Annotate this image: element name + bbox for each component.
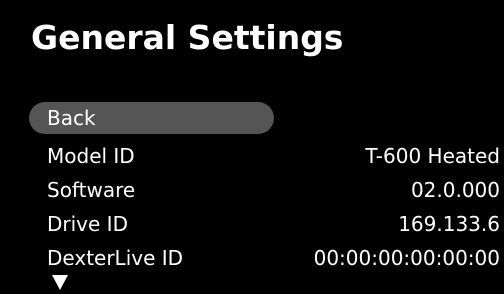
info-row-value: 02.0.000	[410, 178, 500, 202]
settings-screen: General Settings Back Model ID T-600 Hea…	[0, 0, 504, 294]
info-row-value: T-600 Heated	[365, 144, 500, 168]
info-row-model-id: Model ID T-600 Heated	[0, 139, 504, 173]
page-title: General Settings	[31, 18, 344, 57]
down-triangle-icon[interactable]	[52, 275, 68, 290]
info-row-value: 169.133.6	[398, 212, 500, 236]
back-button-label: Back	[47, 106, 96, 130]
info-row-dexterlive-id: DexterLive ID 00:00:00:00:00:00	[0, 241, 504, 275]
info-row-software: Software 02.0.000	[0, 173, 504, 207]
back-button[interactable]: Back	[29, 102, 274, 134]
info-row-label: Drive ID	[47, 212, 128, 236]
info-row-value: 00:00:00:00:00:00	[313, 246, 500, 270]
info-row-label: Software	[47, 178, 136, 202]
info-row-label: Model ID	[47, 144, 135, 168]
info-list: Model ID T-600 Heated Software 02.0.000 …	[0, 139, 504, 275]
info-row-label: DexterLive ID	[47, 246, 184, 270]
info-row-drive-id: Drive ID 169.133.6	[0, 207, 504, 241]
